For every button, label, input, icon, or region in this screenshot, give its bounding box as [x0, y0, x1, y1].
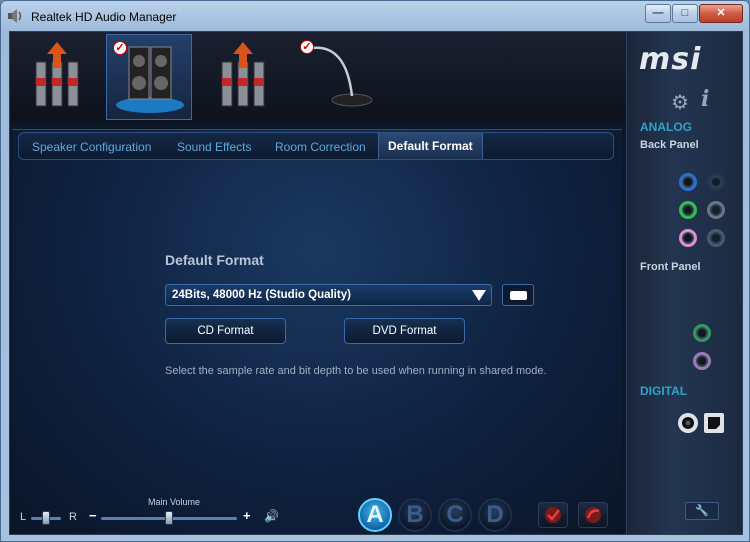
msi-logo: msi	[639, 42, 702, 77]
front-jack-pink[interactable]	[693, 352, 711, 370]
back-jack-pink[interactable]	[679, 229, 697, 247]
balance-left-label: L	[20, 511, 27, 523]
back-jack-orange[interactable]	[707, 229, 725, 247]
back-jack-gray[interactable]	[707, 201, 725, 219]
device-microphone[interactable]: ✓	[294, 34, 380, 120]
section-heading: Default Format	[165, 252, 264, 268]
play-test-icon	[510, 291, 527, 300]
volume-plus-icon: +	[243, 508, 251, 523]
cd-format-button[interactable]: CD Format	[165, 318, 286, 344]
gear-icon[interactable]: ⚙	[671, 90, 689, 115]
close-button[interactable]: ✕	[699, 4, 743, 23]
device-rear-output[interactable]	[20, 34, 106, 120]
volume-minus-icon: −	[89, 508, 97, 523]
wrench-settings-button[interactable]: 🔧	[685, 502, 719, 520]
device-front-output[interactable]	[210, 34, 296, 120]
main-panel: Speaker Configuration Sound Effects Room…	[12, 129, 622, 534]
window: Realtek HD Audio Manager — □ ✕ ✓ ✓ Speak…	[0, 0, 750, 542]
balance-right-label: R	[69, 511, 77, 523]
profile-c-button[interactable]: C	[438, 498, 472, 532]
info-icon[interactable]: i	[701, 86, 709, 112]
tab-speaker-configuration[interactable]: Speaker Configuration	[32, 140, 151, 154]
minimize-button[interactable]: —	[645, 4, 671, 23]
speakers-default-check-icon: ✓	[113, 41, 127, 55]
back-jack-blue[interactable]	[679, 173, 697, 191]
tab-bar: Speaker Configuration Sound Effects Room…	[18, 132, 614, 160]
main-volume-label: Main Volume	[148, 497, 201, 507]
client-area: ✓ ✓ Speaker Configuration Sound Effects …	[9, 31, 743, 535]
microphone-default-check-icon: ✓	[300, 40, 314, 54]
set-default-profile-button[interactable]	[538, 502, 568, 528]
digital-heading: DIGITAL	[640, 384, 688, 398]
back-jack-green[interactable]	[679, 201, 697, 219]
profile-a-button[interactable]: A	[358, 498, 392, 532]
front-jack-green[interactable]	[693, 324, 711, 342]
profile-b-button[interactable]: B	[398, 498, 432, 532]
reset-icon	[585, 507, 601, 523]
format-dropdown[interactable]: 24Bits, 48000 Hz (Studio Quality)	[165, 284, 492, 306]
mute-speaker-icon[interactable]: 🔊	[264, 509, 279, 523]
device-speakers[interactable]: ✓	[106, 34, 192, 120]
profile-d-button[interactable]: D	[478, 498, 512, 532]
front-panel-label: Front Panel	[640, 261, 701, 273]
maximize-button[interactable]: □	[672, 4, 698, 23]
window-title: Realtek HD Audio Manager	[31, 10, 177, 24]
dropdown-arrow-icon	[472, 290, 486, 301]
device-strip: ✓ ✓	[10, 32, 626, 122]
format-test-button[interactable]	[502, 284, 534, 306]
main-volume-slider-thumb[interactable]	[165, 511, 173, 525]
check-icon	[545, 507, 561, 523]
back-jack-black[interactable]	[707, 173, 725, 191]
analog-heading: ANALOG	[640, 120, 692, 134]
back-panel-label: Back Panel	[640, 139, 699, 151]
coaxial-output-icon[interactable]	[677, 412, 699, 434]
connector-sidebar: msi ⚙ i ANALOG Back Panel Front Panel DI…	[626, 32, 742, 534]
optical-output-icon[interactable]	[703, 412, 725, 434]
tab-sound-effects[interactable]: Sound Effects	[177, 140, 252, 154]
balance-slider-thumb[interactable]	[42, 511, 50, 525]
tab-room-correction[interactable]: Room Correction	[275, 140, 366, 154]
rca-connectors-icon	[35, 42, 79, 107]
format-dropdown-value: 24Bits, 48000 Hz (Studio Quality)	[172, 289, 351, 301]
title-bar: Realtek HD Audio Manager — □ ✕	[1, 1, 749, 31]
format-hint-text: Select the sample rate and bit depth to …	[165, 365, 547, 377]
tab-default-format[interactable]: Default Format	[378, 133, 483, 159]
dvd-format-button[interactable]: DVD Format	[344, 318, 465, 344]
speaker-app-icon	[8, 9, 22, 23]
rca-connectors-icon	[221, 42, 265, 107]
reset-profile-button[interactable]	[578, 502, 608, 528]
